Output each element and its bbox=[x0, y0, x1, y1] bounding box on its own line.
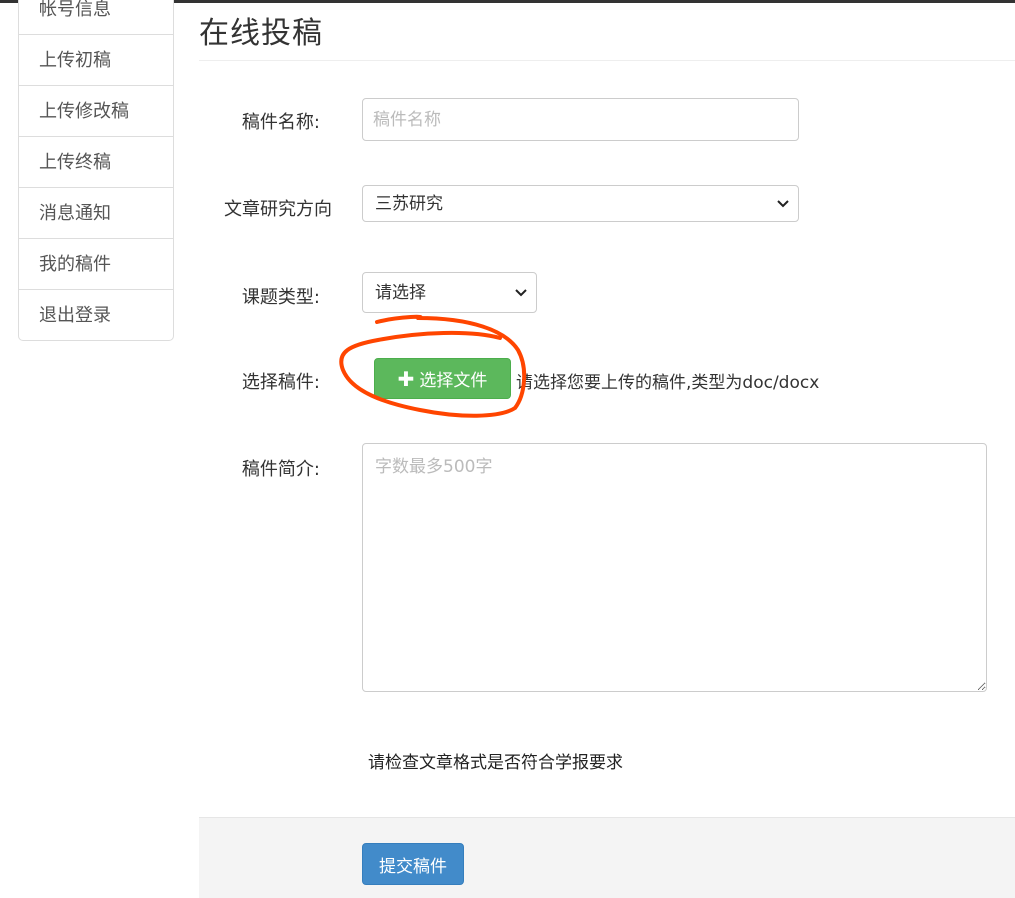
sidebar-item-upload-revision[interactable]: 上传修改稿 bbox=[18, 85, 174, 137]
chevron-down-icon bbox=[777, 199, 789, 207]
main-content: 在线投稿 稿件名称: 文章研究方向 三苏研究 课题类型: 请选择 选择稿件: ✚… bbox=[199, 0, 1015, 898]
format-notice: 请检查文章格式是否符合学报要求 bbox=[368, 753, 623, 773]
summary-textarea[interactable] bbox=[362, 443, 987, 692]
plus-icon: ✚ bbox=[397, 366, 415, 391]
title-divider bbox=[199, 60, 1015, 61]
research-direction-label: 文章研究方向 bbox=[224, 199, 332, 220]
manuscript-name-input[interactable] bbox=[362, 98, 799, 141]
submit-manuscript-button[interactable]: 提交稿件 bbox=[362, 843, 464, 885]
topic-type-value: 请选择 bbox=[375, 283, 426, 303]
sidebar-item-logout[interactable]: 退出登录 bbox=[18, 289, 174, 341]
file-type-hint: 请选择您要上传的稿件,类型为doc/docx bbox=[516, 373, 820, 393]
research-direction-value: 三苏研究 bbox=[375, 194, 443, 214]
choose-file-label: 选择稿件: bbox=[241, 372, 320, 393]
summary-label: 稿件简介: bbox=[241, 459, 320, 480]
manuscript-name-label: 稿件名称: bbox=[241, 112, 320, 133]
page-title: 在线投稿 bbox=[199, 16, 323, 51]
sidebar-item-account-info[interactable]: 帐号信息 bbox=[18, 0, 174, 35]
sidebar-item-notifications[interactable]: 消息通知 bbox=[18, 187, 174, 239]
research-direction-select[interactable]: 三苏研究 bbox=[362, 185, 799, 222]
sidebar-item-upload-draft[interactable]: 上传初稿 bbox=[18, 34, 174, 86]
sidebar-nav: 帐号信息 上传初稿 上传修改稿 上传终稿 消息通知 我的稿件 退出登录 bbox=[18, 0, 174, 341]
choose-file-button[interactable]: ✚ 选择文件 bbox=[374, 358, 511, 399]
topic-type-label: 课题类型: bbox=[241, 287, 320, 308]
chevron-down-icon bbox=[515, 288, 527, 296]
sidebar-item-upload-final[interactable]: 上传终稿 bbox=[18, 136, 174, 188]
sidebar-item-my-manuscripts[interactable]: 我的稿件 bbox=[18, 238, 174, 290]
choose-file-button-label: 选择文件 bbox=[419, 371, 488, 391]
form-footer: 提交稿件 bbox=[199, 817, 1015, 898]
topic-type-select[interactable]: 请选择 bbox=[362, 272, 537, 313]
